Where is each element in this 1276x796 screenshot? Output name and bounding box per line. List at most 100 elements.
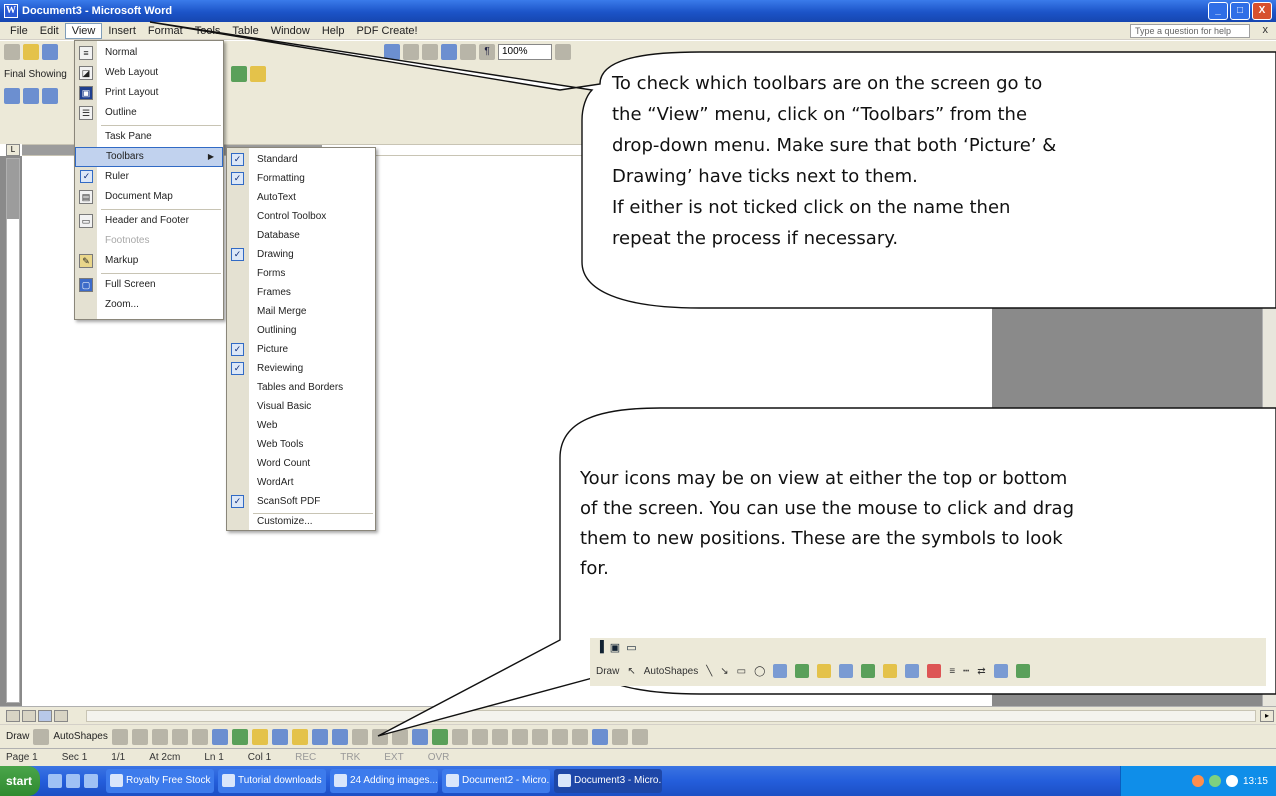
view-menu-normal[interactable]: ≡ Normal	[75, 43, 223, 63]
view-menu-markup[interactable]: ✎ Markup	[75, 251, 223, 271]
picture-toolbar-icon-5[interactable]	[531, 728, 548, 745]
scroll-right-icon[interactable]: ▸	[1260, 710, 1274, 722]
oval-icon[interactable]	[171, 728, 188, 745]
next-change-icon[interactable]	[230, 66, 247, 82]
word-app-icon[interactable]: W	[4, 4, 18, 18]
diagram-icon[interactable]	[231, 728, 248, 745]
display-for-review-select[interactable]: Final Showing	[4, 69, 67, 80]
toolbar-standard[interactable]: ✓ Standard	[227, 150, 375, 169]
menu-help[interactable]: Help	[316, 24, 351, 38]
document-map-icon[interactable]	[460, 44, 476, 60]
table-icon[interactable]	[384, 44, 400, 60]
toolbar-web-tools[interactable]: Web Tools	[227, 435, 375, 454]
toolbar-customize[interactable]: Customize...	[227, 512, 375, 531]
view-menu-web-layout[interactable]: ◪ Web Layout	[75, 63, 223, 83]
vertical-ruler[interactable]	[6, 158, 20, 703]
insert-picture-icon[interactable]	[271, 728, 288, 745]
new-icon[interactable]	[4, 44, 20, 60]
view-menu-zoom[interactable]: Zoom...	[75, 295, 223, 315]
columns-icon[interactable]	[403, 44, 419, 60]
taskbar-item[interactable]: Tutorial downloads	[218, 769, 326, 793]
view-menu-outline[interactable]: ☰ Outline	[75, 103, 223, 123]
fill-color-icon[interactable]	[291, 728, 308, 745]
wordart-icon[interactable]	[211, 728, 228, 745]
quick-launch-icon-1[interactable]	[48, 774, 62, 788]
start-button[interactable]: start	[0, 766, 40, 796]
toolbar-autotext[interactable]: AutoText	[227, 188, 375, 207]
picture-toolbar-icon-3[interactable]	[491, 728, 508, 745]
font-color-icon[interactable]	[331, 728, 348, 745]
help-icon[interactable]	[555, 44, 571, 60]
font-size-icon[interactable]	[42, 88, 58, 104]
close-button[interactable]: X	[1252, 2, 1272, 20]
picture-toolbar-icon-6[interactable]	[551, 728, 568, 745]
save-icon[interactable]	[42, 44, 58, 60]
accept-change-icon[interactable]	[249, 66, 266, 82]
3d-style-icon[interactable]	[431, 728, 448, 745]
drawing-icon[interactable]	[441, 44, 457, 60]
taskbar-item[interactable]: 24 Adding images...	[330, 769, 438, 793]
tray-icon[interactable]	[1208, 775, 1221, 787]
view-menu-header-footer[interactable]: ▭ Header and Footer	[75, 211, 223, 231]
outline-view-button[interactable]	[54, 710, 68, 722]
view-menu-full-screen[interactable]: ▢ Full Screen	[75, 275, 223, 295]
arrow-icon[interactable]	[131, 728, 148, 745]
toolbar-mail-merge[interactable]: Mail Merge	[227, 302, 375, 321]
show-hide-icon[interactable]: ¶	[479, 44, 495, 60]
dash-style-icon[interactable]	[371, 728, 388, 745]
shadow-style-icon[interactable]	[411, 728, 428, 745]
menu-file[interactable]: File	[4, 24, 34, 38]
toolbar-picture[interactable]: ✓ Picture	[227, 340, 375, 359]
draw-menu-button[interactable]: Draw	[6, 731, 29, 742]
tray-icon[interactable]	[1191, 775, 1204, 787]
close-document-icon[interactable]: x	[1263, 24, 1269, 36]
status-trk[interactable]: TRK	[340, 752, 360, 763]
clip-art-icon[interactable]	[251, 728, 268, 745]
excel-icon[interactable]	[422, 44, 438, 60]
menu-view[interactable]: View	[64, 22, 103, 39]
quick-launch-icon-3[interactable]	[84, 774, 98, 788]
autoshapes-menu-button[interactable]: AutoShapes	[53, 731, 108, 742]
picture-toolbar-icon-10[interactable]	[631, 728, 648, 745]
picture-toolbar-icon-7[interactable]	[571, 728, 588, 745]
taskbar-item-active[interactable]: Document3 - Micro...	[554, 769, 662, 793]
view-menu-document-map[interactable]: ▤ Document Map	[75, 187, 223, 207]
status-ovr[interactable]: OVR	[428, 752, 450, 763]
line-color-icon[interactable]	[311, 728, 328, 745]
horizontal-scroll-track[interactable]	[86, 710, 1256, 722]
view-menu-print-layout[interactable]: ▣ Print Layout	[75, 83, 223, 103]
rectangle-icon[interactable]	[151, 728, 168, 745]
picture-toolbar-icon-8[interactable]	[591, 728, 608, 745]
open-icon[interactable]	[23, 44, 39, 60]
horizontal-scrollbar[interactable]: ▸	[0, 706, 1276, 724]
menu-window[interactable]: Window	[265, 24, 316, 38]
ask-question-input[interactable]: Type a question for help	[1130, 24, 1250, 38]
font-icon[interactable]	[23, 88, 39, 104]
web-layout-view-button[interactable]	[22, 710, 36, 722]
toolbar-visual-basic[interactable]: Visual Basic	[227, 397, 375, 416]
minimize-button[interactable]: _	[1208, 2, 1228, 20]
normal-view-button[interactable]	[6, 710, 20, 722]
toolbar-outlining[interactable]: Outlining	[227, 321, 375, 340]
toolbar-wordart[interactable]: WordArt	[227, 473, 375, 492]
line-icon[interactable]	[111, 728, 128, 745]
view-menu-ruler[interactable]: ✓ Ruler	[75, 167, 223, 187]
tray-icon[interactable]	[1225, 775, 1238, 787]
taskbar-item[interactable]: Document2 - Micro...	[442, 769, 550, 793]
toolbar-control-toolbox[interactable]: Control Toolbox	[227, 207, 375, 226]
toolbar-scansoft-pdf[interactable]: ✓ ScanSoft PDF	[227, 492, 375, 511]
select-objects-icon[interactable]	[33, 728, 50, 745]
picture-toolbar-icon-1[interactable]	[451, 728, 468, 745]
arrow-style-icon[interactable]	[391, 728, 408, 745]
line-style-icon[interactable]	[351, 728, 368, 745]
zoom-select[interactable]: 100%	[498, 44, 552, 60]
picture-toolbar-icon-9[interactable]	[611, 728, 628, 745]
toolbar-frames[interactable]: Frames	[227, 283, 375, 302]
menu-format[interactable]: Format	[142, 24, 189, 38]
toolbar-web[interactable]: Web	[227, 416, 375, 435]
maximize-button[interactable]: □	[1230, 2, 1250, 20]
status-ext[interactable]: EXT	[384, 752, 403, 763]
toolbar-word-count[interactable]: Word Count	[227, 454, 375, 473]
toolbar-database[interactable]: Database	[227, 226, 375, 245]
print-layout-view-button[interactable]	[38, 710, 52, 722]
